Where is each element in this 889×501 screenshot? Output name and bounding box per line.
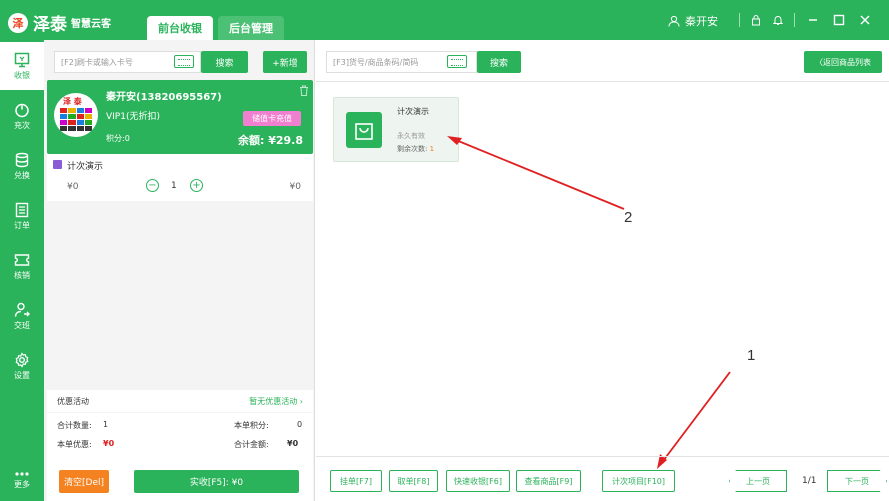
member-search-button[interactable]: 搜索 [201, 51, 248, 73]
bell-icon [772, 16, 784, 25]
total-label: 合计金额: [234, 440, 269, 449]
discount-value: ¥0 [103, 439, 115, 448]
current-user[interactable]: 秦开安 [668, 13, 718, 29]
sidebar-item-label: 收银 [14, 70, 30, 80]
sidebar-item-verify[interactable]: 核销 [0, 242, 44, 290]
power-icon [15, 103, 29, 117]
view-products-button[interactable]: 查看商品[F9] [516, 470, 581, 492]
more-icon [15, 471, 29, 476]
sidebar-item-cashier[interactable]: 收银 [0, 42, 44, 90]
quick-checkout-button[interactable]: 快速收银[F6] [446, 470, 510, 492]
member-name: 秦开安(13820695567) [106, 92, 222, 103]
minimize-icon [809, 19, 817, 21]
promo-bar[interactable]: 优惠活动 暂无优惠活动 › [47, 390, 313, 412]
item-badge-icon [53, 160, 62, 169]
clear-cart-button[interactable]: 清空[Del] [59, 470, 109, 493]
monitor-icon [14, 52, 30, 67]
list-item[interactable]: 计次演示 ¥0 − 1 + ¥0 [47, 154, 313, 201]
qty-label: 合计数量: [57, 421, 92, 430]
prev-page-button[interactable]: 上一页 [729, 470, 787, 492]
sidebar-item-label: 核销 [14, 270, 30, 280]
promo-label: 优惠活动 [57, 396, 89, 406]
order-summary: 合计数量: 1 本单积分: 0 本单优惠: ¥0 合计金额: ¥0 [47, 413, 313, 457]
maximize-button[interactable] [830, 11, 848, 29]
sidebar-item-exchange[interactable]: 兑换 [0, 142, 44, 190]
count-items-button[interactable]: 计次项目[F10] [602, 470, 675, 492]
user-name: 秦开安 [685, 15, 718, 28]
product-panel: [F3]货号/商品条码/简码 搜索 〈返回商品列表 计次演示 永久有效 剩余次数… [316, 40, 889, 501]
function-bar: 挂单[F7] 取单[F8] 快速收银[F6] 查看商品[F9] 计次项目[F10… [316, 456, 889, 501]
promo-value: 暂无优惠活动 › [249, 396, 303, 406]
sidebar-item-handover[interactable]: 交班 [0, 292, 44, 340]
retrieve-order-button[interactable]: 取单[F8] [389, 470, 438, 492]
member-balance: 余额: ¥29.8 [237, 134, 303, 147]
sidebar-item-settings[interactable]: 设置 [0, 342, 44, 390]
pay-button[interactable]: 实收[F5]: ¥0 [134, 470, 299, 493]
cart-item-price: ¥0 [67, 182, 79, 192]
hold-order-button[interactable]: 挂单[F7] [330, 470, 382, 492]
sidebar-item-label: 充次 [14, 120, 30, 130]
annotation-label: 1 [747, 347, 756, 364]
decrease-qty-button[interactable]: − [146, 179, 159, 192]
trash-icon[interactable] [299, 85, 309, 96]
points-value: 0 [297, 420, 303, 429]
database-icon [15, 152, 29, 167]
checkout-bar: 清空[Del] 实收[F5]: ¥0 [47, 457, 313, 501]
tab-front-cashier[interactable]: 前台收银 [147, 16, 213, 40]
member-level: VIP1(无折扣) [106, 112, 160, 122]
app-subtitle: 智慧云客 [71, 19, 111, 30]
member-search-placeholder: [F2]刷卡或输入卡号 [61, 57, 133, 67]
app-logo: 泽 泽泰 智慧云客 [8, 10, 111, 35]
user-icon [668, 15, 680, 27]
gear-icon [15, 351, 29, 368]
annotation-arrows [447, 136, 731, 469]
total-value: ¥0 [287, 439, 299, 448]
recharge-button[interactable]: 储值卡充值 [243, 111, 301, 126]
logo-mark: 泽 [8, 12, 28, 33]
ticket-icon [14, 253, 30, 266]
tab-backend-management[interactable]: 后台管理 [218, 16, 284, 40]
discount-label: 本单优惠: [57, 440, 92, 449]
member-points: 积分:0 [106, 134, 130, 143]
sidebar-item-label: 更多 [14, 479, 30, 489]
person-icon [14, 302, 30, 317]
keyboard-icon[interactable] [174, 55, 194, 68]
lock-button[interactable] [747, 11, 765, 29]
cart-item-qty[interactable]: 1 [171, 181, 177, 191]
add-member-button[interactable]: +新增 [263, 51, 307, 73]
sidebar-item-label: 设置 [14, 370, 30, 380]
close-button[interactable] [856, 11, 874, 29]
sidebar-item-label: 订单 [14, 220, 30, 230]
sidebar: 收银 充次 兑换 订单 核销 交班 设置 更多 [0, 40, 44, 501]
member-card[interactable]: 泽 泰 秦开安(13820695567) VIP1(无折扣) 积分:0 储值卡充… [47, 80, 313, 154]
avatar: 泽 泰 [54, 93, 98, 137]
app-name: 泽泰 [33, 15, 67, 35]
sidebar-item-orders[interactable]: 订单 [0, 192, 44, 240]
maximize-icon [833, 14, 845, 26]
document-icon [15, 202, 29, 217]
minimize-button[interactable] [804, 11, 822, 29]
notification-button[interactable] [769, 11, 787, 29]
cart-item-total: ¥0 [289, 182, 301, 192]
sidebar-item-more[interactable]: 更多 [0, 460, 44, 500]
page-indicator: 1/1 [802, 476, 817, 486]
cart-panel: [F2]刷卡或输入卡号 搜索 +新增 泽 泰 秦开安(13820695567) … [44, 40, 315, 501]
close-icon [860, 15, 870, 25]
cart-list: 计次演示 ¥0 − 1 + ¥0 [47, 154, 313, 201]
sidebar-item-recharge-count[interactable]: 充次 [0, 92, 44, 140]
sidebar-item-label: 交班 [14, 320, 30, 330]
increase-qty-button[interactable]: + [190, 179, 203, 192]
annotation-label: 2 [624, 209, 633, 226]
points-label: 本单积分: [234, 421, 269, 430]
next-page-button[interactable]: 下一页 [827, 470, 887, 492]
cart-item-name: 计次演示 [67, 162, 104, 172]
title-bar: 泽 泽泰 智慧云客 前台收银 后台管理 秦开安 [0, 0, 889, 40]
lock-icon [752, 15, 760, 26]
sidebar-item-label: 兑换 [14, 170, 30, 180]
qty-value: 1 [103, 420, 109, 429]
